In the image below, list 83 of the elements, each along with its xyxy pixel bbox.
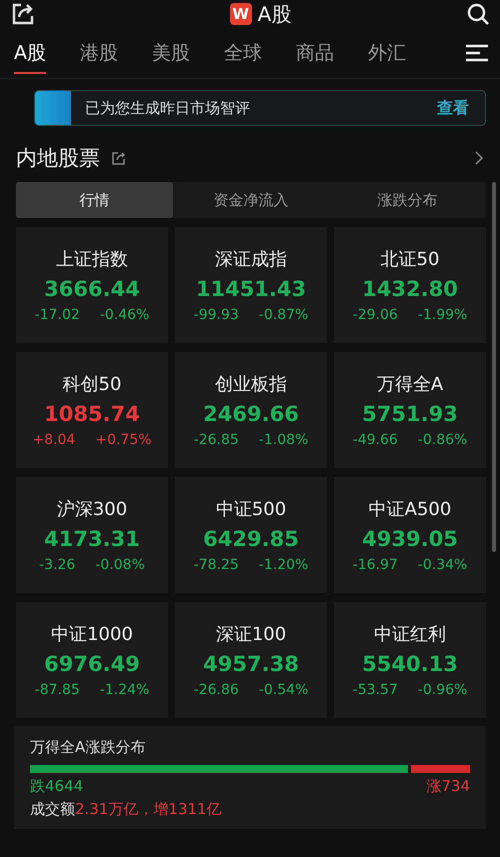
index-change: -17.02 bbox=[34, 307, 80, 323]
index-value: 1085.74 bbox=[44, 402, 140, 426]
index-percent: -0.34% bbox=[418, 557, 468, 573]
index-change: -3.26 bbox=[39, 557, 76, 573]
index-percent: -0.08% bbox=[95, 557, 145, 573]
segment-tab[interactable]: 涨跌分布 bbox=[329, 182, 486, 218]
market-tab[interactable]: 商品 bbox=[296, 32, 334, 74]
index-value: 4173.31 bbox=[44, 527, 140, 551]
index-card[interactable]: 深证100 4957.38 -26.86 -0.54% bbox=[175, 602, 327, 718]
page-title: A股 bbox=[258, 0, 292, 28]
market-tab[interactable]: 港股 bbox=[80, 32, 118, 74]
index-value: 2469.66 bbox=[203, 402, 299, 426]
app-logo: W bbox=[230, 3, 252, 25]
index-card[interactable]: 中证500 6429.85 -78.25 -1.20% bbox=[175, 477, 327, 593]
banner-text: 已为您生成昨日市场智评 bbox=[85, 98, 250, 118]
index-name: 上证指数 bbox=[56, 248, 128, 271]
index-card[interactable]: 沪深300 4173.31 -3.26 -0.08% bbox=[16, 477, 168, 593]
index-name: 沪深300 bbox=[56, 498, 128, 521]
index-name: 深证100 bbox=[216, 623, 286, 646]
index-card[interactable]: 科创50 1085.74 +8.04 +0.75% bbox=[16, 352, 168, 468]
index-name: 中证500 bbox=[216, 498, 286, 521]
index-percent: -1.24% bbox=[100, 682, 150, 698]
market-tab[interactable]: 外汇 bbox=[368, 32, 406, 74]
index-card[interactable]: 中证A500 4939.05 -16.97 -0.34% bbox=[334, 477, 486, 593]
index-percent: -0.87% bbox=[258, 307, 308, 323]
index-card[interactable]: 中证红利 5540.13 -53.57 -0.96% bbox=[334, 602, 486, 718]
view-link[interactable]: 查看 bbox=[437, 98, 469, 118]
index-value: 3666.44 bbox=[44, 277, 140, 301]
index-value: 11451.43 bbox=[196, 277, 306, 301]
breadth-title: 万得全A涨跌分布 bbox=[30, 738, 146, 757]
index-name: 万得全A bbox=[376, 373, 444, 396]
index-card[interactable]: 中证1000 6976.49 -87.85 -1.24% bbox=[16, 602, 168, 718]
index-change: -16.97 bbox=[352, 557, 398, 573]
index-name: 北证50 bbox=[380, 248, 440, 271]
index-change: -78.25 bbox=[194, 557, 239, 573]
index-change: -26.85 bbox=[194, 432, 239, 448]
index-value: 6429.85 bbox=[203, 527, 299, 551]
segment-tab[interactable]: 行情 bbox=[16, 182, 173, 218]
chevron-right-icon[interactable] bbox=[475, 151, 483, 165]
index-percent: -0.54% bbox=[258, 682, 308, 698]
decliners-count: 跌4644 bbox=[30, 777, 84, 796]
index-percent: -1.99% bbox=[418, 307, 468, 323]
index-card[interactable]: 上证指数 3666.44 -17.02 -0.46% bbox=[16, 227, 168, 343]
index-name: 中证1000 bbox=[51, 623, 133, 646]
index-percent: -0.86% bbox=[418, 432, 468, 448]
index-value: 6976.49 bbox=[44, 652, 140, 676]
index-change: +8.04 bbox=[32, 432, 76, 448]
search-icon[interactable] bbox=[466, 2, 490, 26]
index-percent: -1.20% bbox=[258, 557, 308, 573]
index-card[interactable]: 北证50 1432.80 -29.06 -1.99% bbox=[334, 227, 486, 343]
index-name: 深证成指 bbox=[215, 248, 287, 271]
market-tab[interactable]: 全球 bbox=[224, 32, 262, 74]
index-name: 创业板指 bbox=[215, 373, 287, 396]
index-change: -29.06 bbox=[352, 307, 398, 323]
index-name: 科创50 bbox=[62, 373, 122, 396]
index-card[interactable]: 万得全A 5751.93 -49.66 -0.86% bbox=[334, 352, 486, 468]
index-change: -26.86 bbox=[194, 682, 239, 698]
index-change: -99.93 bbox=[194, 307, 239, 323]
index-percent: -0.46% bbox=[100, 307, 150, 323]
section-title: 内地股票 bbox=[16, 145, 100, 172]
market-tab[interactable]: 美股 bbox=[152, 32, 190, 74]
index-value: 5751.93 bbox=[362, 402, 458, 426]
turnover-value: 2.31万亿，增1311亿 bbox=[75, 800, 222, 818]
advancers-count: 涨734 bbox=[426, 777, 470, 796]
market-tab[interactable]: A股 bbox=[14, 32, 46, 74]
index-percent: -0.96% bbox=[418, 682, 468, 698]
index-name: 中证A500 bbox=[368, 498, 452, 521]
index-name: 中证红利 bbox=[374, 623, 446, 646]
banner-accent bbox=[35, 91, 71, 125]
index-value: 5540.13 bbox=[362, 652, 458, 676]
menu-icon[interactable] bbox=[466, 44, 488, 62]
segment-tab[interactable]: 资金净流入 bbox=[172, 182, 330, 218]
turnover-label: 成交额 bbox=[30, 800, 75, 818]
index-change: -87.85 bbox=[34, 682, 80, 698]
index-percent: -1.08% bbox=[258, 432, 308, 448]
index-change: -53.57 bbox=[352, 682, 398, 698]
index-percent: +0.75% bbox=[95, 432, 152, 448]
index-card[interactable]: 深证成指 11451.43 -99.93 -0.87% bbox=[175, 227, 327, 343]
index-value: 1432.80 bbox=[362, 277, 458, 301]
index-card[interactable]: 创业板指 2469.66 -26.85 -1.08% bbox=[175, 352, 327, 468]
index-value: 4939.05 bbox=[362, 527, 458, 551]
index-value: 4957.38 bbox=[203, 652, 299, 676]
index-change: -49.66 bbox=[352, 432, 398, 448]
